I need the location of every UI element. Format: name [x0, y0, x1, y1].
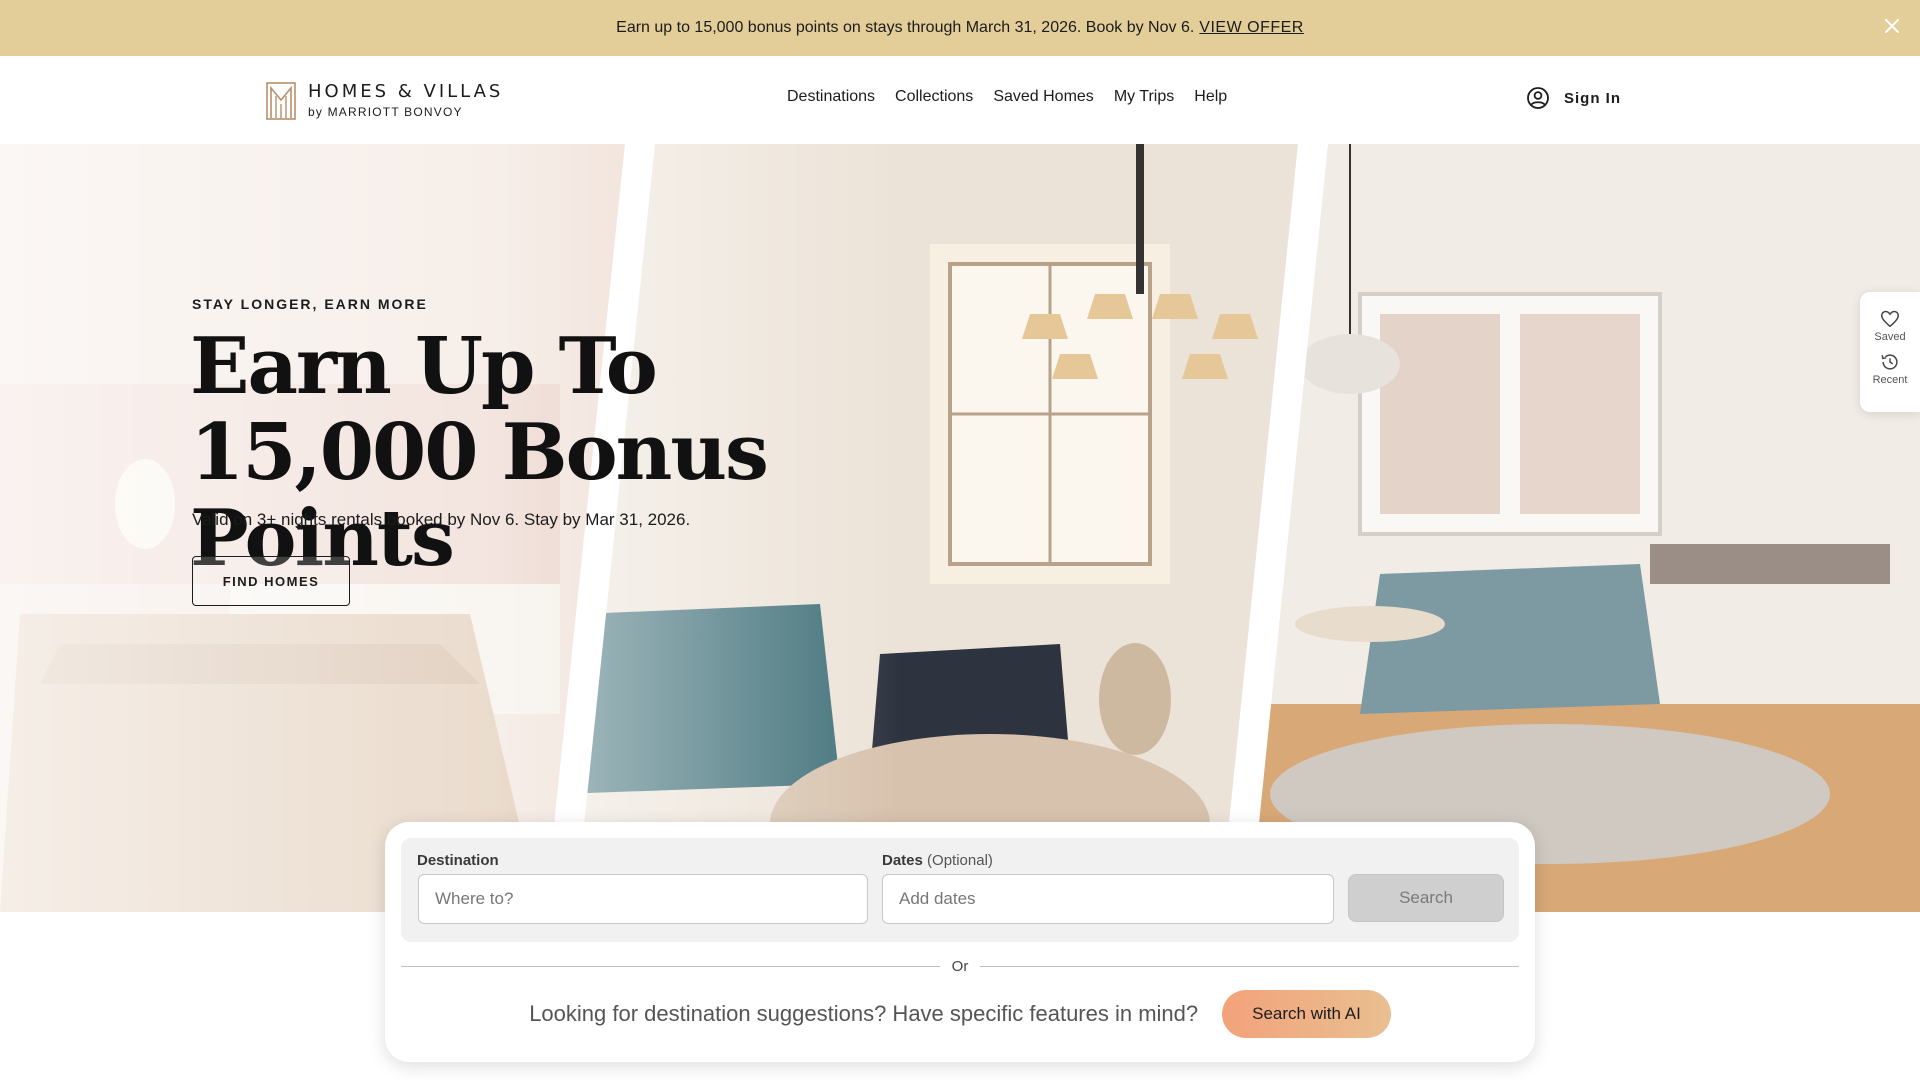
- view-offer-link[interactable]: VIEW OFFER: [1199, 19, 1304, 37]
- heart-icon: [1881, 310, 1899, 328]
- nav-destinations[interactable]: Destinations: [787, 88, 875, 106]
- destination-input[interactable]: [418, 874, 868, 924]
- dates-label: Dates (Optional): [882, 852, 993, 869]
- promo-text: Earn up to 15,000 bonus points on stays …: [616, 19, 1195, 36]
- search-with-ai-button[interactable]: Search with AI: [1222, 990, 1391, 1038]
- hero-subtitle: Valid on 3+ nights rentals booked by Nov…: [192, 510, 691, 529]
- side-rail: Saved Recent: [1860, 292, 1920, 412]
- divider-line-right: [980, 965, 1520, 967]
- recent-shortcut[interactable]: Recent: [1872, 351, 1908, 386]
- search-button[interactable]: Search: [1348, 874, 1504, 922]
- search-card: Destination Dates (Optional) Search Or L…: [385, 822, 1535, 1062]
- nav-my-trips[interactable]: My Trips: [1114, 88, 1174, 106]
- saved-label: Saved: [1874, 331, 1906, 343]
- recent-label: Recent: [1872, 374, 1908, 386]
- ai-search-row: Looking for destination suggestions? Hav…: [385, 990, 1535, 1038]
- dates-input[interactable]: [882, 874, 1334, 924]
- nav-collections[interactable]: Collections: [895, 88, 973, 106]
- logo-wordmark: HOMES & VILLAS: [308, 81, 504, 102]
- sign-in-button[interactable]: Sign In: [1526, 86, 1621, 110]
- find-homes-button[interactable]: FIND HOMES: [192, 556, 350, 606]
- hero-banner: STAY LONGER, EARN MORE Earn Up To 15,000…: [0, 144, 1920, 912]
- nav-saved-homes[interactable]: Saved Homes: [993, 88, 1094, 106]
- logo-subtitle: by MARRIOTT BONVOY: [308, 105, 463, 119]
- hero-title: Earn Up To 15,000 Bonus Points: [190, 321, 769, 584]
- search-panel: Destination Dates (Optional) Search: [401, 838, 1519, 942]
- main-nav: Destinations Collections Saved Homes My …: [787, 88, 1227, 106]
- saved-shortcut[interactable]: Saved: [1874, 308, 1906, 343]
- close-icon[interactable]: [1876, 10, 1908, 42]
- hero-eyebrow: STAY LONGER, EARN MORE: [192, 296, 428, 312]
- site-header: HOMES & VILLAS by MARRIOTT BONVOY Destin…: [0, 56, 1920, 144]
- promo-banner: Earn up to 15,000 bonus points on stays …: [0, 0, 1920, 56]
- logo-mark-icon: [266, 82, 296, 120]
- destination-label: Destination: [417, 852, 499, 869]
- or-divider: Or: [401, 956, 1520, 976]
- ai-prompt-text: Looking for destination suggestions? Hav…: [529, 1001, 1199, 1026]
- history-icon: [1881, 354, 1898, 370]
- divider-line-left: [401, 965, 940, 967]
- user-circle-icon: [1527, 87, 1549, 109]
- dates-optional-hint: (Optional): [927, 852, 993, 869]
- sign-in-label: Sign In: [1564, 89, 1621, 107]
- brand-logo[interactable]: HOMES & VILLAS by MARRIOTT BONVOY: [266, 82, 503, 120]
- or-label: Or: [951, 957, 969, 975]
- nav-help[interactable]: Help: [1194, 88, 1227, 106]
